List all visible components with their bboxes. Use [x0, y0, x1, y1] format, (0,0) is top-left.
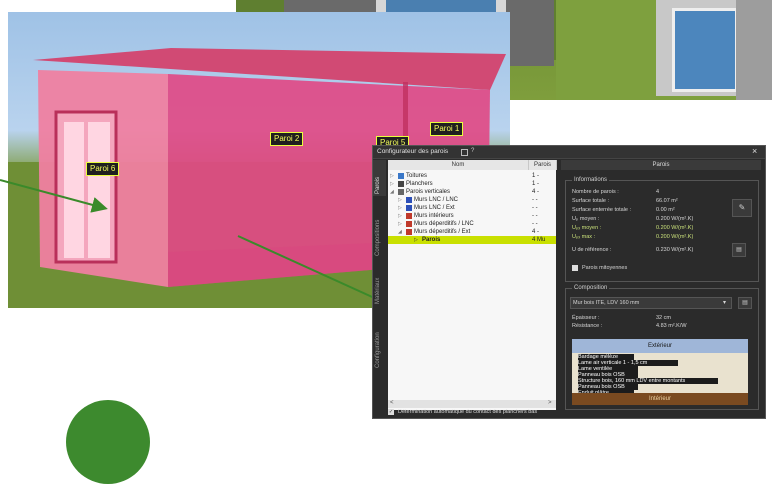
wall-configurator-dialog: Configurateur des parois ? × Parois Comp… — [372, 145, 766, 419]
dialog-titlebar[interactable]: Configurateur des parois ? × — [373, 146, 765, 159]
tree-row-parois-verticales[interactable]: ◢ Parois verticales 4 - — [388, 188, 556, 196]
roof-icon — [398, 173, 404, 179]
details-header: Parois — [561, 160, 761, 170]
checkbox-checked-icon: ✓ — [388, 409, 394, 415]
mitoyennes-label: Parois mitoyennes — [582, 265, 628, 271]
tab-materiaux-label: Matériaux — [375, 277, 381, 304]
mitoyennes-checkbox[interactable] — [572, 265, 578, 271]
tab-configuration-label: Configuration — [375, 332, 381, 368]
reference-button[interactable]: ▤ — [732, 243, 746, 257]
horizontal-scrollbar[interactable]: < > — [388, 400, 556, 408]
tree-row-parois-selected[interactable]: ▷ Parois 4 Mu — [388, 236, 556, 244]
wall-icon — [406, 197, 412, 203]
close-button[interactable]: × — [752, 146, 757, 156]
grid-icon[interactable] — [461, 149, 468, 156]
tree-row-murs-lnc-ext[interactable]: ▷ Murs LNC / Ext - - — [388, 204, 556, 212]
tree-row-toitures[interactable]: ▷ Toitures 1 - — [388, 172, 556, 180]
pin-button[interactable]: ✎ — [732, 199, 752, 217]
wall-icon — [406, 213, 412, 219]
informations-section: Informations Nombre de parois : 4 Surfac… — [565, 177, 759, 282]
auto-contact-checkbox[interactable]: ✓ Détermination automatique du contact d… — [388, 408, 563, 417]
details-panel: Parois Informations Nombre de parois : 4… — [561, 160, 761, 416]
tab-materiaux[interactable]: Matériaux — [373, 260, 386, 306]
composition-section: Composition Mur bois ITE, LDV 160 mm ▾ ▤… — [565, 285, 759, 410]
exterior-band: Extérieur — [572, 339, 748, 353]
tree-row-murs-interieurs[interactable]: ▷ Murs intérieurs - - — [388, 212, 556, 220]
help-icon[interactable]: ? — [471, 148, 474, 154]
tab-compositions-label: Compositions — [375, 219, 381, 256]
tree-row-murs-lnc-lnc[interactable]: ▷ Murs LNC / LNC - - — [388, 196, 556, 204]
wall-tree[interactable]: Nom Parois ▷ Toitures 1 - ▷ Planchers 1 … — [388, 160, 557, 410]
tree-row-murs-deperditifs-ext[interactable]: ◢ Murs déperditifs / Ext 4 - — [388, 228, 556, 236]
tree-row-planchers[interactable]: ▷ Planchers 1 - — [388, 180, 556, 188]
green-circle-decoration — [66, 400, 150, 484]
tab-configuration[interactable]: Configuration — [373, 308, 386, 370]
dialog-title: Configurateur des parois — [377, 148, 449, 155]
wall-icon — [406, 229, 412, 235]
wall-icon — [406, 221, 412, 227]
tab-parois[interactable]: Parois — [373, 160, 386, 196]
interior-band: Intérieur — [572, 393, 748, 405]
tab-parois-label: Parois — [375, 176, 381, 194]
edit-composition-button[interactable]: ▤ — [738, 297, 752, 309]
wall-group-icon — [398, 189, 404, 195]
tab-compositions[interactable]: Compositions — [373, 198, 386, 258]
floor-icon — [398, 181, 404, 187]
column-header-nom[interactable]: Nom — [388, 160, 529, 170]
composition-select[interactable]: Mur bois ITE, LDV 160 mm ▾ — [570, 297, 732, 309]
wall-icon — [406, 205, 412, 211]
column-header-parois[interactable]: Parois — [529, 160, 557, 170]
tree-row-murs-deperditifs-lnc[interactable]: ▷ Murs déperditifs / LNC - - — [388, 220, 556, 228]
layers-stack: Bardage mélèze Lame air verticale 1 - 1,… — [572, 353, 748, 393]
chevron-down-icon: ▾ — [723, 300, 727, 306]
